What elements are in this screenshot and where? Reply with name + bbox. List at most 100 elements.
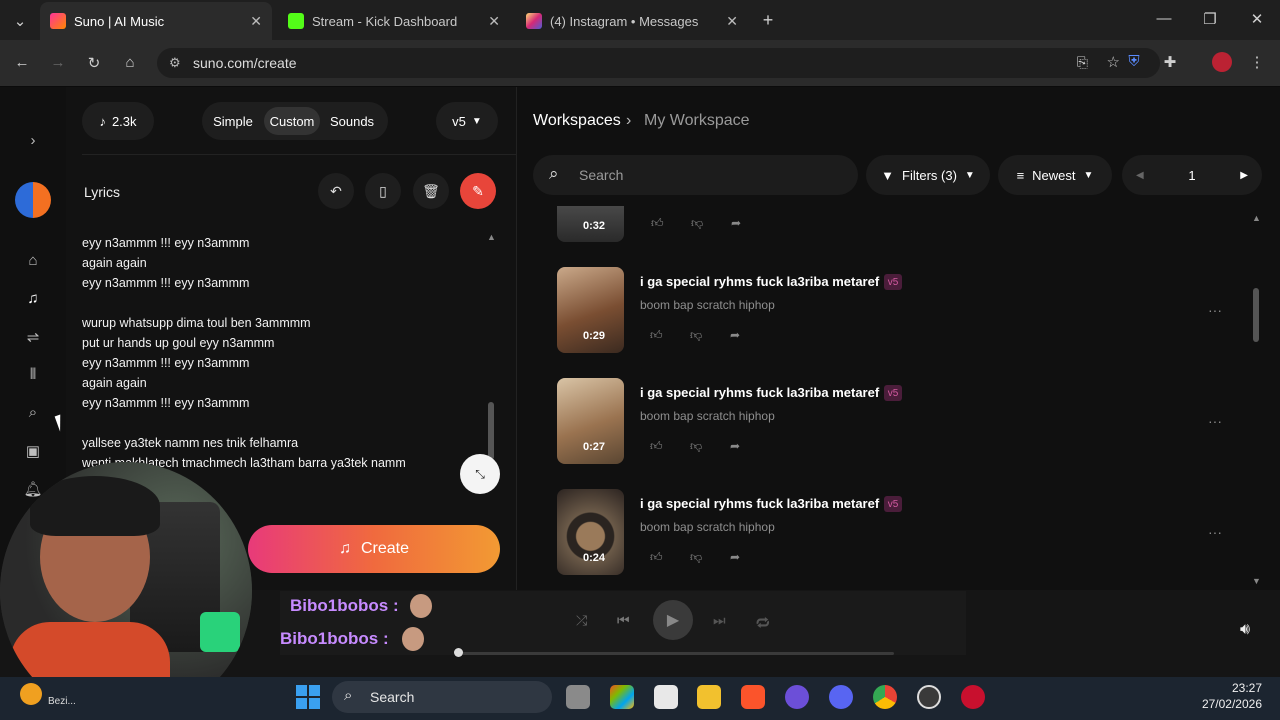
list-scrollbar[interactable] bbox=[1253, 288, 1259, 342]
weather-icon[interactable] bbox=[20, 683, 42, 705]
previous-track-icon[interactable]: ⏮︎ bbox=[617, 612, 630, 629]
playback-scrubber[interactable] bbox=[454, 648, 463, 657]
minimize-icon[interactable]: — bbox=[1152, 10, 1176, 27]
shuffle-icon[interactable]: ⤮ bbox=[576, 612, 587, 629]
close-icon[interactable]: ✕ bbox=[488, 13, 500, 30]
share-icon[interactable]: ➦ bbox=[730, 550, 740, 564]
version-select[interactable]: v5 ▼ bbox=[436, 102, 498, 140]
song-title[interactable]: i ga special ryhms fuck la3riba metaref bbox=[640, 274, 879, 289]
lyrics-scrollbar[interactable] bbox=[488, 402, 494, 460]
home-icon[interactable]: ⌂ bbox=[118, 54, 142, 71]
song-style[interactable]: boom bap scratch hiphop bbox=[640, 520, 775, 534]
tab-suno[interactable]: Suno | AI Music ✕ bbox=[40, 2, 272, 40]
scroll-up-icon[interactable]: ▲ bbox=[487, 232, 496, 242]
credits-pill[interactable]: ♪ 2.3k bbox=[82, 102, 154, 140]
like-icon[interactable]: 👍︎ bbox=[650, 439, 663, 454]
expand-lyrics-button[interactable]: ⤡ bbox=[460, 454, 500, 494]
task-view-icon[interactable] bbox=[566, 685, 590, 709]
like-icon[interactable]: 👍︎ bbox=[650, 550, 663, 565]
profile-avatar[interactable] bbox=[1210, 52, 1234, 76]
breadcrumb-workspaces[interactable]: Workspaces bbox=[533, 112, 621, 130]
like-icon[interactable]: 👍︎ bbox=[650, 328, 663, 343]
widgets-icon[interactable] bbox=[610, 685, 634, 709]
close-icon[interactable]: ✕ bbox=[250, 13, 262, 30]
song-title[interactable]: i ga special ryhms fuck la3riba metaref bbox=[640, 385, 879, 400]
dislike-icon[interactable]: 👎︎ bbox=[690, 550, 702, 565]
chrome-icon[interactable] bbox=[873, 685, 897, 709]
bookmark-button[interactable]: ▯ bbox=[365, 173, 401, 209]
volume-icon[interactable]: 🔊︎ bbox=[1240, 621, 1250, 639]
store-icon[interactable] bbox=[654, 685, 678, 709]
undo-button[interactable]: ↶ bbox=[318, 173, 354, 209]
song-style[interactable]: boom bap scratch hiphop bbox=[640, 298, 775, 312]
back-icon[interactable]: ← bbox=[10, 54, 34, 71]
brave-icon[interactable] bbox=[741, 685, 765, 709]
share-icon[interactable]: ➦ bbox=[730, 328, 740, 342]
obs-icon[interactable] bbox=[917, 685, 941, 709]
prev-page-icon[interactable]: ◀ bbox=[1136, 170, 1144, 181]
scroll-up-icon[interactable]: ▲ bbox=[1252, 213, 1261, 223]
forward-icon[interactable]: → bbox=[46, 54, 70, 71]
windows-start-icon[interactable] bbox=[296, 685, 320, 709]
share-icon[interactable]: ➦ bbox=[731, 216, 741, 230]
window-close-icon[interactable]: ✕ bbox=[1245, 10, 1269, 28]
discord-icon[interactable] bbox=[829, 685, 853, 709]
home-icon[interactable]: ⌂ bbox=[21, 252, 45, 269]
tab-search-icon[interactable]: ⌄ bbox=[8, 12, 32, 30]
system-clock[interactable]: 23:27 27/02/2026 bbox=[1202, 680, 1262, 712]
playback-progress-bar[interactable] bbox=[458, 652, 894, 655]
dislike-icon[interactable]: 👎︎ bbox=[691, 216, 703, 231]
dislike-icon[interactable]: 👎︎ bbox=[690, 328, 702, 343]
search-icon[interactable]: ⌕ bbox=[21, 404, 45, 421]
app-icon[interactable] bbox=[785, 685, 809, 709]
next-track-icon[interactable]: ⏭︎ bbox=[713, 612, 726, 629]
mode-simple[interactable]: Simple bbox=[208, 107, 258, 135]
studio-icon[interactable]: ⇌ bbox=[21, 328, 45, 346]
song-style[interactable]: boom bap scratch hiphop bbox=[640, 409, 775, 423]
filters-button[interactable]: ▼ Filters (3) ▼ bbox=[866, 155, 990, 195]
repeat-icon[interactable]: 🔁︎ bbox=[756, 612, 770, 633]
next-page-icon[interactable]: ▶ bbox=[1240, 170, 1248, 181]
install-icon[interactable]: ⎘ bbox=[1077, 54, 1088, 71]
song-title[interactable]: i ga special ryhms fuck la3riba metaref bbox=[640, 496, 879, 511]
lyric-line: eyy n3ammm !!! eyy n3ammm bbox=[82, 356, 250, 370]
undo-icon: ↶ bbox=[330, 182, 342, 199]
create-button[interactable]: ♫ Create bbox=[248, 525, 500, 573]
app-red-icon[interactable] bbox=[961, 685, 985, 709]
song-duration: 0:27 bbox=[583, 441, 606, 453]
create-music-icon[interactable]: ♫ bbox=[21, 290, 45, 307]
taskbar-search[interactable]: ⌕ Search bbox=[332, 681, 552, 713]
extensions-icon[interactable]: ✚ bbox=[1158, 53, 1182, 71]
mode-custom[interactable]: Custom bbox=[264, 107, 320, 135]
file-explorer-icon[interactable] bbox=[697, 685, 721, 709]
like-icon[interactable]: 👍︎ bbox=[651, 216, 664, 231]
more-options-icon[interactable]: ··· bbox=[1208, 413, 1222, 429]
expand-chevron-icon[interactable]: › bbox=[21, 132, 45, 149]
user-avatar[interactable] bbox=[15, 182, 51, 218]
more-options-icon[interactable]: ··· bbox=[1208, 524, 1222, 540]
more-options-icon[interactable]: ··· bbox=[1208, 302, 1222, 318]
close-icon[interactable]: ✕ bbox=[726, 13, 738, 30]
hooks-icon[interactable]: ▣ bbox=[21, 442, 45, 460]
clear-lyrics-button[interactable]: 🗑︎ bbox=[413, 173, 449, 209]
magic-lyrics-button[interactable]: ✎ bbox=[460, 173, 496, 209]
mode-sounds[interactable]: Sounds bbox=[322, 107, 382, 135]
play-button[interactable]: ▶ bbox=[653, 600, 693, 640]
extension-shield-icon[interactable]: ⛨ bbox=[1122, 53, 1146, 70]
site-info-icon[interactable]: ⚙ bbox=[169, 55, 181, 71]
sort-button[interactable]: ≡ Newest ▼ bbox=[998, 155, 1112, 195]
share-icon[interactable]: ➦ bbox=[730, 439, 740, 453]
library-icon[interactable]: ⫴ bbox=[21, 366, 45, 383]
bookmark-star-icon[interactable]: ☆ bbox=[1107, 53, 1120, 71]
menu-kebab-icon[interactable]: ⋮ bbox=[1245, 53, 1269, 71]
reload-icon[interactable]: ↻ bbox=[82, 54, 106, 72]
new-tab-icon[interactable]: + bbox=[756, 10, 780, 31]
address-bar[interactable]: ⚙ suno.com/create ⎘ ☆ bbox=[157, 48, 1160, 78]
tab-instagram[interactable]: (4) Instagram • Messages ✕ bbox=[516, 6, 748, 36]
restore-icon[interactable]: ❐ bbox=[1198, 10, 1222, 28]
scroll-down-icon[interactable]: ▼ bbox=[1252, 576, 1261, 586]
tab-kick[interactable]: Stream - Kick Dashboard ✕ bbox=[278, 6, 510, 36]
song-search-input[interactable]: ⌕ Search bbox=[533, 155, 858, 195]
chevron-down-icon: ▼ bbox=[964, 169, 975, 181]
dislike-icon[interactable]: 👎︎ bbox=[690, 439, 702, 454]
